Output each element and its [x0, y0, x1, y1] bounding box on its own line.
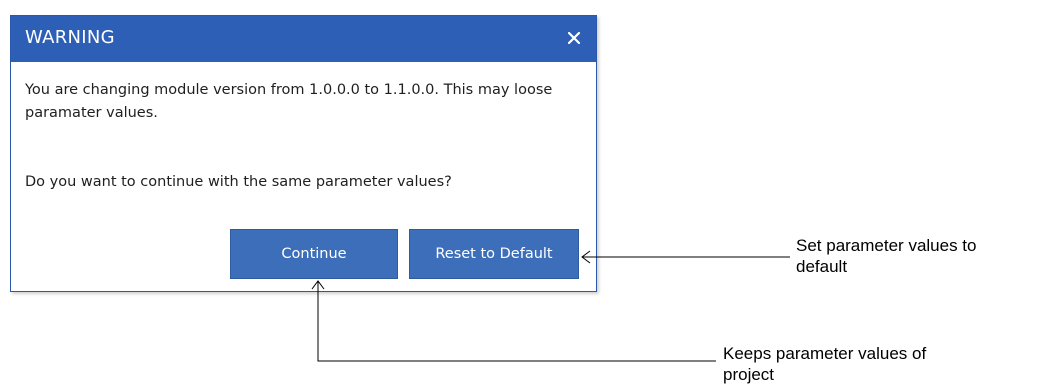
close-button[interactable]	[560, 24, 588, 52]
reset-callout-arrow	[581, 250, 790, 264]
dialog-title: WARNING	[25, 27, 115, 48]
warning-message: You are changing module version from 1.0…	[25, 82, 553, 121]
reset-to-default-button[interactable]: Reset to Default	[409, 229, 579, 279]
continue-annotation: Keeps parameter values of project	[723, 344, 927, 384]
continue-callout-arrow	[311, 280, 716, 362]
dialog-titlebar: WARNING	[11, 16, 596, 62]
confirmation-question: Do you want to continue with the same pa…	[25, 174, 452, 190]
continue-button[interactable]: Continue	[230, 229, 398, 279]
warning-dialog: WARNING You are changing module version …	[10, 15, 597, 292]
screenshot-canvas: WARNING You are changing module version …	[0, 0, 1059, 391]
reset-annotation: Set parameter values to default	[796, 236, 977, 276]
close-icon	[567, 31, 581, 45]
